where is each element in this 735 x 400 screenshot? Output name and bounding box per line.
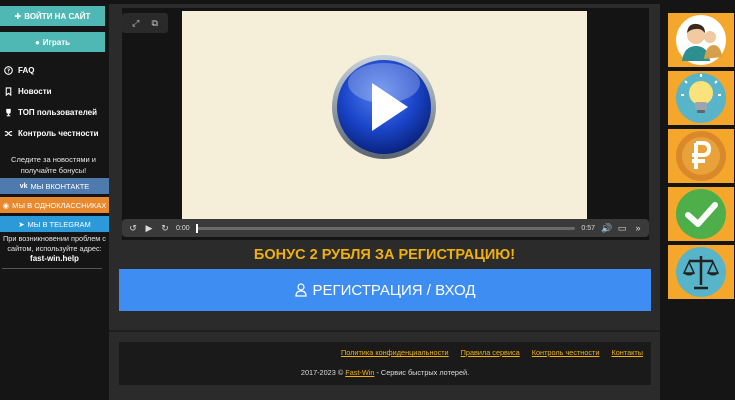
- divider: [2, 268, 102, 269]
- footer-links: Политика конфиденциальности Правила серв…: [341, 348, 643, 357]
- ok-icon: ◉: [2, 200, 10, 210]
- gamepad-icon: ●: [34, 37, 40, 47]
- ok-link[interactable]: ◉ МЫ В ОДНОКЛАССНИКАХ: [0, 197, 109, 213]
- player-top-controls: ⤢ ⧉: [122, 13, 168, 33]
- volume-icon[interactable]: 🔊: [601, 223, 612, 234]
- question-icon: ?: [4, 66, 13, 75]
- copyright: 2017-2023 © Fast-Win - Сервис быстрых ло…: [119, 368, 651, 377]
- shuffle-icon: [4, 131, 13, 136]
- sidebar-menu: ? FAQ Новости ТОП пользователей Контроль…: [4, 60, 99, 144]
- user-plus-icon: ✚: [14, 11, 22, 21]
- video-frame[interactable]: [182, 11, 587, 223]
- seek-knob[interactable]: [195, 223, 198, 233]
- fullscreen-icon[interactable]: ⤢: [132, 18, 139, 29]
- rewind-icon[interactable]: ↺: [128, 223, 138, 234]
- sidebar-item-news[interactable]: Новости: [4, 81, 99, 102]
- sidebar-item-top-users[interactable]: ТОП пользователей: [4, 102, 99, 123]
- brand-link[interactable]: Fast-Win: [345, 368, 374, 377]
- footer: Политика конфиденциальности Правила серв…: [119, 342, 651, 385]
- time-total: 0:57: [581, 224, 595, 232]
- tile-users[interactable]: [668, 13, 734, 67]
- svg-text:?: ?: [7, 69, 10, 75]
- sidebar-item-fairness[interactable]: Контроль честности: [4, 123, 99, 144]
- pip-icon[interactable]: ⧉: [151, 18, 157, 29]
- sidebar-item-label: Новости: [18, 87, 52, 96]
- ok-link-label: МЫ В ОДНОКЛАССНИКАХ: [12, 200, 107, 210]
- telegram-icon: ➤: [18, 219, 25, 229]
- copyright-prefix: 2017-2023 ©: [300, 368, 344, 377]
- play-small-icon[interactable]: ▶: [144, 223, 154, 234]
- ruble-coin-icon: [676, 131, 726, 181]
- sidebar: ✚ ВОЙТИ НА САЙТ ● Играть ? FAQ Новости Т…: [0, 0, 109, 400]
- telegram-link[interactable]: ➤ МЫ В TELEGRAM: [0, 216, 109, 232]
- user-icon: [294, 283, 307, 297]
- checkmark-icon: [676, 189, 726, 239]
- footer-link-privacy[interactable]: Политика конфиденциальности: [341, 348, 449, 357]
- tile-verified[interactable]: [668, 187, 734, 241]
- copyright-suffix: - Сервис быстрых лотерей.: [376, 368, 470, 377]
- people-icon: [676, 15, 726, 65]
- more-icon[interactable]: »: [633, 223, 643, 233]
- tile-ideas[interactable]: [668, 71, 734, 125]
- mirror-link[interactable]: fast-win.help: [2, 254, 107, 264]
- play-button[interactable]: ● Играть: [0, 32, 105, 52]
- lightbulb-icon: [676, 73, 726, 123]
- forward-icon[interactable]: ↻: [160, 223, 170, 234]
- top-bar: [109, 0, 735, 4]
- trophy-icon: [6, 108, 11, 117]
- login-button[interactable]: ✚ ВОЙТИ НА САЙТ: [0, 6, 105, 26]
- sidebar-item-label: Контроль честности: [18, 129, 99, 138]
- divider: [109, 330, 735, 332]
- bookmark-icon: [5, 87, 12, 96]
- scales-icon: [676, 247, 726, 297]
- tile-fairness[interactable]: [668, 245, 734, 299]
- footer-link-fairness[interactable]: Контроль честности: [532, 348, 600, 357]
- tile-payments[interactable]: [668, 129, 734, 183]
- play-icon[interactable]: [330, 53, 438, 161]
- problem-text: При возникновении проблем с сайтом, испо…: [3, 234, 106, 253]
- video-player: ⤢ ⧉ ↺ ▶ ↻ 0:00 0:57 🔊 ▭ »: [122, 8, 649, 240]
- time-current: 0:00: [176, 224, 190, 232]
- right-column: [660, 0, 735, 400]
- play-button-label: Играть: [42, 37, 71, 47]
- register-button-label: РЕГИСТРАЦИЯ / ВХОД: [312, 281, 476, 299]
- login-button-label: ВОЙТИ НА САЙТ: [24, 11, 91, 21]
- cast-icon[interactable]: ▭: [617, 223, 627, 234]
- sidebar-item-label: FAQ: [18, 66, 35, 75]
- vk-link-label: МЫ ВКОНТАКТЕ: [30, 181, 90, 191]
- player-controls: ↺ ▶ ↻ 0:00 0:57 🔊 ▭ »: [122, 219, 649, 237]
- sidebar-item-label: ТОП пользователей: [18, 108, 98, 117]
- sidebar-item-faq[interactable]: ? FAQ: [4, 60, 99, 81]
- problem-note: При возникновении проблем с сайтом, испо…: [2, 234, 107, 264]
- seek-bar[interactable]: [195, 223, 576, 233]
- footer-link-contacts[interactable]: Контакты: [611, 348, 643, 357]
- footer-link-rules[interactable]: Правила сервиса: [461, 348, 520, 357]
- telegram-link-label: МЫ В TELEGRAM: [27, 219, 91, 229]
- register-button[interactable]: РЕГИСТРАЦИЯ / ВХОД: [119, 269, 651, 311]
- bonus-banner: БОНУС 2 РУБЛЯ ЗА РЕГИСТРАЦИЮ!: [253, 247, 516, 263]
- vk-icon: vk: [19, 182, 28, 190]
- follow-text: Следите за новостями и получайте бонусы!: [11, 155, 96, 175]
- vk-link[interactable]: vk МЫ ВКОНТАКТЕ: [0, 178, 109, 194]
- main-content: ⤢ ⧉ ↺ ▶ ↻ 0:00 0:57 🔊 ▭ » БОНУС 2 РУБЛЯ …: [109, 0, 735, 400]
